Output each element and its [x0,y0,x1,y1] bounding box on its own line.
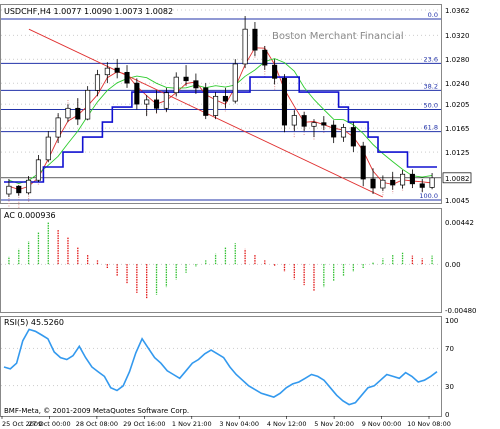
rsi-tick-label: 70 [445,345,454,353]
candle-body [85,89,91,120]
candle-body [94,74,101,91]
time-tick-label: 5 Nov 20:00 [314,420,354,428]
candle-body [400,173,406,186]
candle-body [262,49,268,66]
watermark: Boston Merchant Financial [272,31,404,42]
ac-tick-label: -0.00480 [445,307,476,315]
price-tick-label: 1.0205 [445,101,470,109]
rsi-tick-label: 30 [445,383,454,391]
candle-body [144,99,150,105]
price-tick-label: 1.0125 [445,149,470,157]
candle-body [429,177,435,188]
candle-body [213,95,219,116]
candle-body [222,95,228,102]
fib-level-label: 100.0 [419,192,438,200]
candle-body [75,107,81,120]
candle-body [311,122,317,127]
candle-body [301,115,307,127]
price-tick-label: 1.0362 [445,7,470,15]
rsi-tick-label: 0 [445,411,449,419]
candle-body [281,77,288,126]
candle-body [419,183,425,188]
candle-body [409,173,415,185]
candle-body [26,179,32,194]
fib-level-label: 50.0 [424,101,438,109]
time-tick-label: 1 Nov 21:00 [172,420,212,428]
time-tick-label: 29 Oct 16:00 [123,420,165,428]
candle-body [6,185,12,195]
price-axis: 1.0362 1.0320 1.0280 1.0240 1.0205 1.0165 1.01… [442,7,472,205]
candle-body [232,63,238,102]
ac-tick-label: 0.00442 [445,219,474,227]
ac-title: AC 0.000936 [4,211,56,220]
price-tick-label: 1.0165 [445,125,470,133]
candle-body [16,185,22,194]
candle-body [203,87,209,116]
candle-body [193,80,199,89]
candle-body [104,67,110,76]
price-tick-label: 1.0240 [445,80,470,88]
candle-body [124,71,130,84]
candle-body [242,28,248,65]
price-tick-label: 1.0045 [445,197,470,205]
last-price-label: 1.0082 [445,175,470,183]
candle-body [350,127,356,147]
fib-level-label: 61.8 [424,124,438,132]
ac-tick-label: 0.00 [445,261,461,269]
candle-body [55,117,61,138]
fib-level-label: 23.6 [424,55,438,63]
time-tick-label: 3 Nov 04:00 [219,420,259,428]
candle-body [340,127,347,138]
candle-body [153,99,160,109]
candle-body [183,76,189,82]
rsi-tick-label: 100 [445,317,458,325]
candle-body [321,122,327,126]
candle-body [134,82,140,105]
candle-body [114,67,120,73]
candle-body [331,124,337,138]
candle-body [35,159,41,181]
rsi-title: RSI(5) 45.5260 [4,318,64,327]
price-tick-label: 1.0280 [445,56,470,64]
time-tick-label: 9 Nov 00:00 [362,420,402,428]
price-tick-label: 1.0320 [445,32,470,40]
candle-body [370,178,376,189]
candle-body [252,28,258,51]
candle-body [163,92,169,109]
candle-body [390,179,396,186]
footer-copyright: BMF-Meta, © 2001-2009 MetaQuotes Softwar… [4,407,189,415]
time-tick-label: 28 Oct 08:00 [76,420,118,428]
time-tick-label: 27 Oct 00:00 [28,420,70,428]
fib-level-label: 0.0 [428,11,438,19]
candle-body [65,107,71,119]
fib-level-label: 38.2 [424,82,438,90]
candle-body [360,145,366,180]
candle-body [45,136,51,161]
rsi-panel [0,316,442,417]
candle-body [291,115,297,126]
candle-body [380,179,386,189]
candle-body [173,76,179,94]
ac-panel [0,208,442,313]
chart-canvas: 0.023.638.250.061.8100.0 1.03621.03201.0… [0,0,500,429]
time-tick-label: 10 Nov 08:00 [407,420,451,428]
candle-body [272,64,278,79]
time-tick-label: 4 Nov 12:00 [267,420,307,428]
price-title: USDCHF,H4 1.0077 1.0090 1.0073 1.0082 [4,7,173,16]
